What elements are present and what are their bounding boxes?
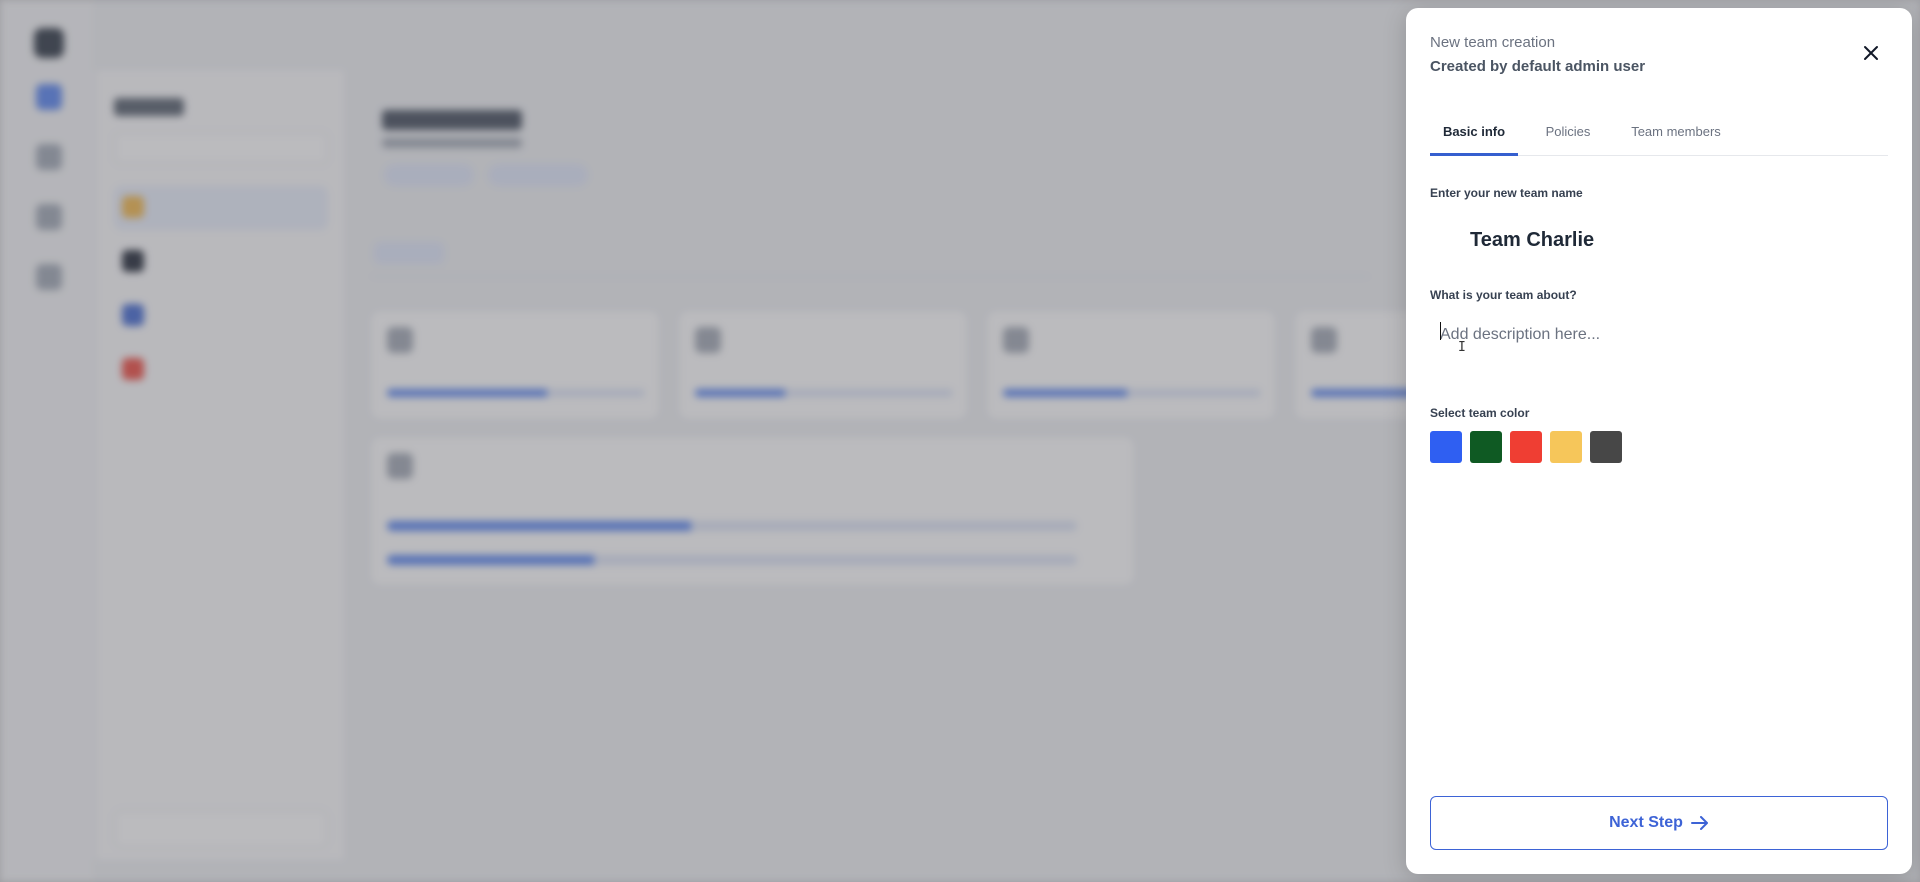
next-step-button[interactable]: Next Step — [1430, 796, 1888, 850]
drawer-title: Created by default admin user — [1430, 58, 1646, 75]
text-caret — [1440, 322, 1441, 340]
color-swatch-dark-gray[interactable] — [1590, 431, 1622, 463]
drawer-subtitle: New team creation — [1430, 34, 1556, 51]
team-name-input[interactable] — [1430, 218, 1888, 262]
team-color-label: Select team color — [1430, 406, 1530, 420]
close-button[interactable] — [1856, 38, 1886, 68]
arrow-right-icon — [1690, 816, 1708, 830]
close-icon — [1864, 46, 1878, 60]
team-description-label: What is your team about? — [1430, 288, 1577, 302]
color-swatch-yellow[interactable] — [1550, 431, 1582, 463]
drawer-tabs: Basic info Policies Team members — [1430, 114, 1888, 156]
tab-team-members[interactable]: Team members — [1620, 114, 1732, 156]
color-swatch-blue[interactable] — [1430, 431, 1462, 463]
new-team-drawer: New team creation Created by default adm… — [1406, 8, 1912, 874]
tab-policies[interactable]: Policies — [1528, 114, 1608, 156]
next-step-label: Next Step — [1609, 814, 1683, 831]
tab-basic-info[interactable]: Basic info — [1430, 114, 1518, 156]
text-cursor-icon: I — [1458, 340, 1466, 355]
team-color-picker — [1430, 431, 1730, 465]
color-swatch-green[interactable] — [1470, 431, 1502, 463]
team-name-label: Enter your new team name — [1430, 186, 1583, 200]
color-swatch-red[interactable] — [1510, 431, 1542, 463]
team-description-input[interactable] — [1430, 320, 1888, 384]
